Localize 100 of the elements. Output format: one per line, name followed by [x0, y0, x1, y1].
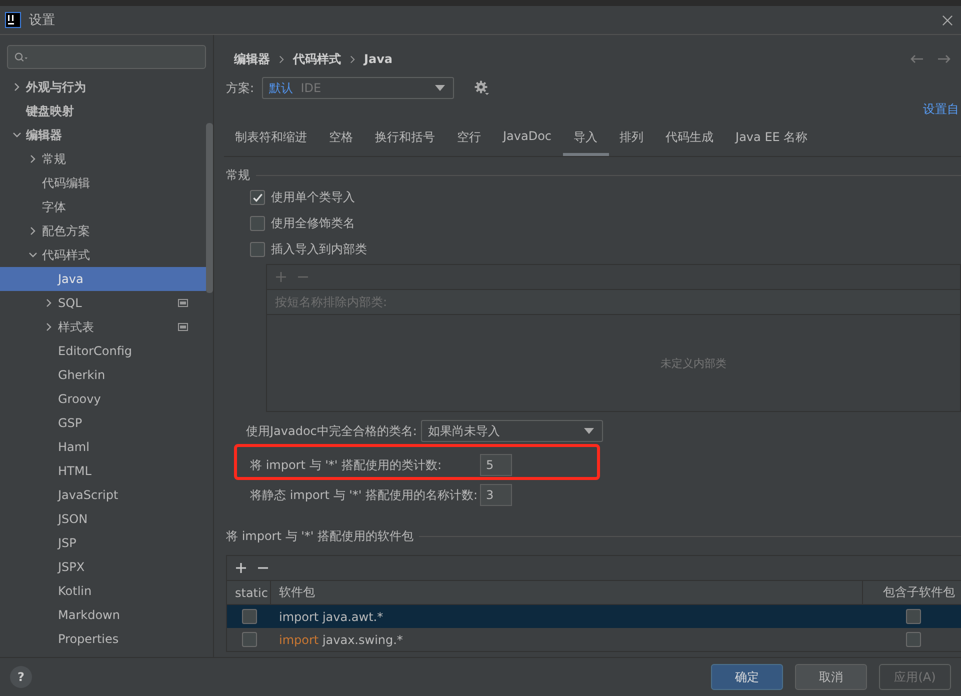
tree-item-label: 代码编辑	[42, 174, 90, 192]
scheme-label: 方案:	[226, 80, 254, 96]
number-field[interactable]: 5	[480, 454, 512, 476]
tree-item[interactable]: 配色方案	[0, 219, 206, 243]
tree-item-label: 字体	[42, 198, 66, 216]
tree-item[interactable]: JSON	[0, 507, 206, 531]
app-logo-icon	[5, 12, 21, 28]
tree-item[interactable]: HTML	[0, 459, 206, 483]
tree-item[interactable]: SQL	[0, 291, 206, 315]
caret-icon	[584, 428, 594, 434]
tree-item[interactable]: 外观与行为	[0, 75, 206, 99]
section-title: 将 import 与 '*' 搭配使用的软件包	[226, 528, 414, 545]
scrollbar-thumb[interactable]	[206, 123, 213, 293]
column-header: 包含子软件包	[862, 581, 961, 604]
tree-item[interactable]: Gherkin	[0, 363, 206, 387]
checkbox[interactable]	[250, 216, 265, 230]
checkbox[interactable]	[250, 190, 265, 204]
section-title: 常规	[226, 167, 250, 184]
tree-item-label: HTML	[58, 464, 92, 478]
tree-item[interactable]: Java	[0, 267, 206, 291]
tree-item-label: JSP	[58, 536, 76, 550]
set-from-link[interactable]: 设置自	[923, 101, 961, 117]
tree-item-label: 配色方案	[42, 222, 90, 240]
table-row[interactable]: import javax.swing.*	[227, 628, 961, 651]
javadoc-label: 使用Javadoc中完全合格的类名:	[246, 422, 417, 440]
search-field[interactable]	[7, 45, 206, 69]
tree-item-label: 键盘映射	[26, 102, 74, 120]
tab[interactable]: JavaDoc	[492, 123, 563, 156]
tab[interactable]: 空格	[318, 123, 364, 156]
table-row[interactable]: import java.awt.*	[227, 605, 961, 628]
empty-list-text: 未定义内部类	[660, 356, 726, 370]
javadoc-dropdown[interactable]: 如果尚未导入	[420, 420, 603, 442]
close-icon[interactable]	[942, 14, 953, 26]
tree-item[interactable]: GSP	[0, 411, 206, 435]
breadcrumb-item[interactable]: 代码样式	[293, 50, 341, 68]
tree-item-label: 样式表	[58, 318, 94, 336]
checkbox[interactable]	[906, 609, 921, 624]
checkbox[interactable]	[250, 242, 265, 256]
tree-item[interactable]: JSP	[0, 531, 206, 555]
tree-item-label: 外观与行为	[26, 78, 86, 96]
breadcrumb-item[interactable]: Java	[364, 52, 392, 66]
checkbox-label: 使用全修饰类名	[271, 214, 355, 232]
tree-item-label: JavaScript	[58, 488, 118, 502]
tree-item-label: JSPX	[58, 560, 85, 574]
tree-item[interactable]: 样式表	[0, 315, 206, 339]
dialog-button[interactable]: 取消	[795, 664, 867, 690]
tree-item[interactable]: JavaScript	[0, 483, 206, 507]
tree-item[interactable]: 代码样式	[0, 243, 206, 267]
window-title: 设置	[29, 12, 55, 29]
tree-item-label: EditorConfig	[58, 344, 132, 358]
search-icon	[14, 52, 29, 62]
tree-item-label: Kotlin	[58, 584, 92, 598]
settings-icon[interactable]	[474, 80, 490, 96]
scheme-dropdown[interactable]: 默认 IDE	[262, 77, 454, 99]
column-header: 软件包	[278, 584, 316, 601]
checkbox-label: 插入导入到内部类	[271, 240, 367, 258]
help-button[interactable]: ?	[10, 666, 32, 688]
tree-item[interactable]: Markdown	[0, 603, 206, 627]
column-header: static	[227, 581, 271, 604]
count-label: 将 import 与 '*' 搭配使用的类计数:	[249, 456, 443, 474]
tree-item-label: Java	[58, 272, 84, 286]
dialog-button[interactable]: 确定	[711, 664, 783, 690]
tree-item-label: SQL	[58, 296, 82, 310]
tab[interactable]: 换行和括号	[364, 123, 446, 156]
tree-item[interactable]: 常规	[0, 147, 206, 171]
tree-item-label: Gherkin	[58, 368, 106, 382]
tab[interactable]: 空行	[446, 123, 492, 156]
tree-item[interactable]: EditorConfig	[0, 339, 206, 363]
tree-item-label: Markdown	[58, 608, 120, 622]
tree-item-label: JSON	[58, 512, 88, 526]
chevron-icon	[279, 54, 284, 64]
breadcrumb-item[interactable]: 编辑器	[234, 50, 270, 68]
tree-item[interactable]: 键盘映射	[0, 99, 206, 123]
tab[interactable]: 导入	[562, 123, 609, 156]
tree-item[interactable]: 字体	[0, 195, 206, 219]
tree-item[interactable]: 编辑器	[0, 123, 206, 147]
tree-item-label: Groovy	[58, 392, 101, 406]
tab[interactable]: Java EE 名称	[724, 123, 819, 156]
number-field[interactable]: 3	[480, 484, 512, 506]
tab[interactable]: 代码生成	[654, 123, 725, 156]
tree-item-label: Properties	[58, 632, 119, 646]
tree-item[interactable]: Kotlin	[0, 579, 206, 603]
tab[interactable]: 制表符和缩进	[224, 123, 318, 156]
tree-item[interactable]: JSPX	[0, 555, 206, 579]
tree-item[interactable]: Haml	[0, 435, 206, 459]
chevron-icon	[350, 54, 355, 64]
count-label: 将静态 import 与 '*' 搭配使用的名称计数:	[249, 486, 479, 504]
tab[interactable]: 排列	[608, 123, 655, 156]
checkbox[interactable]	[242, 609, 256, 624]
tree-item[interactable]: 代码编辑	[0, 171, 206, 195]
tree-item[interactable]: Properties	[0, 627, 206, 651]
tree-item-label: GSP	[58, 416, 82, 430]
tree-item-label: 编辑器	[26, 126, 62, 144]
checkbox[interactable]	[906, 632, 921, 647]
checkbox[interactable]	[242, 632, 256, 647]
tree-item-label: 代码样式	[42, 246, 90, 264]
back-arrow-icon[interactable]	[910, 54, 924, 64]
table-cell: import java.awt.*	[279, 610, 384, 624]
tree-item[interactable]: Groovy	[0, 387, 206, 411]
forward-arrow-icon[interactable]	[937, 54, 951, 64]
